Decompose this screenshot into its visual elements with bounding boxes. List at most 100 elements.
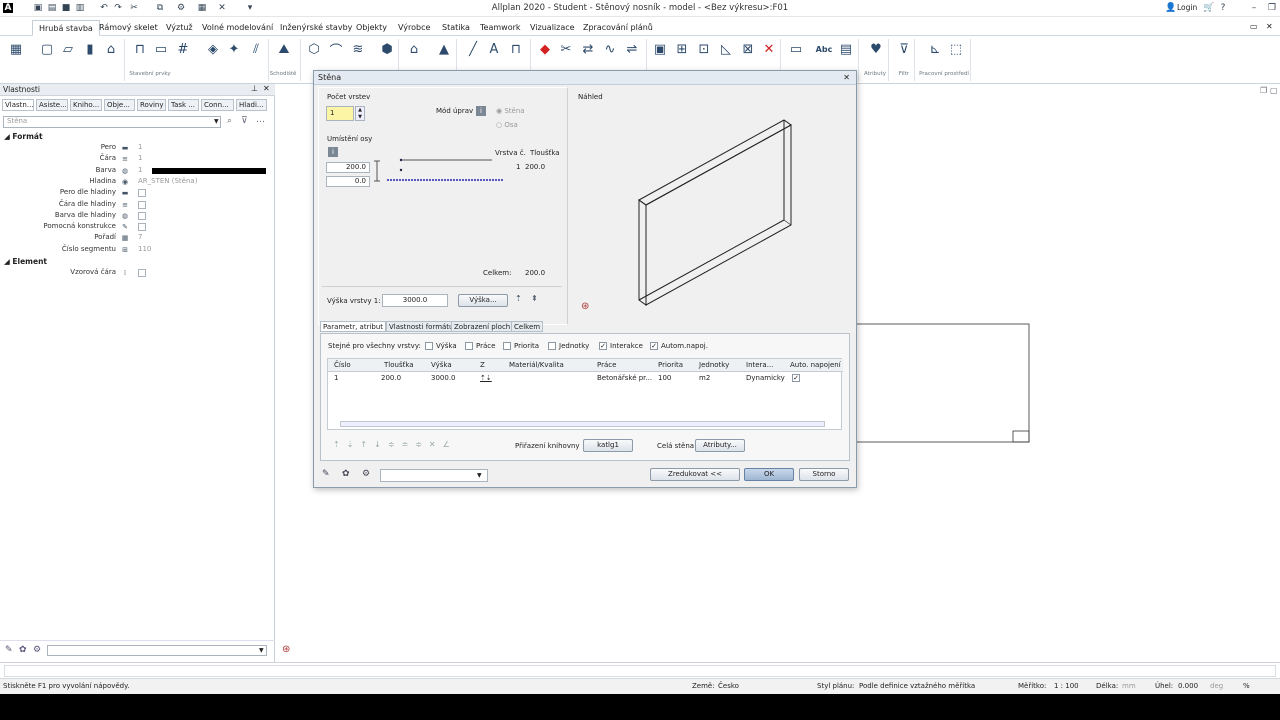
wall-preview[interactable] — [629, 115, 809, 310]
property-checkbox[interactable] — [138, 189, 146, 198]
grid-icon[interactable]: # — [173, 39, 193, 59]
length-unit[interactable]: mm — [1122, 682, 1136, 690]
property-value[interactable]: 7 — [138, 233, 142, 241]
vault-icon[interactable]: ⌒ — [326, 39, 346, 59]
height-up-icon[interactable]: ⇡ — [515, 294, 522, 303]
pin-icon[interactable]: ⊥ — [251, 84, 258, 93]
collapse-icon[interactable]: ◢ — [4, 257, 10, 266]
favorites-combo[interactable] — [47, 645, 267, 656]
table-row[interactable]: 1 200.0 3000.0 Betonářské pr... 100 m2 Dynamic… — [328, 373, 843, 385]
login-link[interactable]: Login — [1177, 3, 1197, 12]
axis-info-icon[interactable]: i — [328, 147, 338, 157]
table-cell[interactable]: Betonářské pr... — [597, 374, 652, 382]
house-icon[interactable]: ⌂ — [404, 39, 424, 59]
panel-tab-3[interactable]: Obje... — [104, 99, 135, 111]
combo-dropdown-icon[interactable]: ▼ — [477, 472, 482, 479]
split-icon[interactable]: ⊠ — [738, 39, 758, 59]
ribbon-tab-2[interactable]: Výztuž — [160, 20, 199, 36]
layer-count-field[interactable]: 1 — [326, 106, 354, 121]
minimize-icon[interactable]: – — [1249, 3, 1259, 13]
restore-icon[interactable]: ❐ — [1267, 3, 1277, 13]
stairs-icon[interactable]: ⛰ — [274, 39, 294, 59]
more-icon[interactable]: … — [256, 115, 265, 125]
swap-icon[interactable]: ⇌ — [622, 39, 642, 59]
property-row-3[interactable]: Hladina ◉ AR_STEN (Stěna) — [0, 177, 275, 188]
panel-tab-6[interactable]: Conn... — [201, 99, 234, 111]
column-header[interactable]: Práce — [597, 361, 616, 369]
property-checkbox[interactable] — [138, 200, 146, 209]
table-cell[interactable]: 100 — [658, 374, 671, 382]
ribbon-tab-7[interactable]: Statika — [436, 20, 476, 36]
dialog-tab-0[interactable]: Parametr, atribut — [320, 321, 387, 332]
panel-tab-7[interactable]: Hladi... — [236, 99, 267, 111]
axis-offset-field-2[interactable]: 0.0 — [326, 176, 370, 187]
ribbon-tab-6[interactable]: Výrobce — [392, 20, 436, 36]
dialog-tab-2[interactable]: Zobrazení ploch — [451, 321, 514, 332]
delete-icon[interactable]: ✕ — [759, 39, 779, 59]
wall-icon[interactable]: ▢ — [37, 39, 57, 59]
ribbon-tab-4[interactable]: Inženýrské stavby — [274, 20, 358, 36]
column-header[interactable]: Výška — [431, 361, 452, 369]
beam-icon[interactable]: ⌂ — [101, 39, 121, 59]
same-checkbox-1[interactable] — [465, 342, 473, 350]
wall-3d-icon[interactable]: ▦ — [6, 39, 26, 59]
layer-tools-icons[interactable]: ⇡⇣↑↓≑≐≑✕∠ — [333, 440, 457, 449]
stair-icon[interactable]: ✦ — [224, 39, 244, 59]
opening-icon[interactable]: ⊓ — [130, 39, 150, 59]
property-value[interactable]: 1 — [138, 143, 142, 151]
same-checkbox-0[interactable] — [425, 342, 433, 350]
same-checkbox-4[interactable]: ✓ — [599, 342, 607, 350]
panel-tab-0[interactable]: Vlastn... — [2, 99, 34, 111]
ribbon-tab-5[interactable]: Objekty — [350, 20, 393, 36]
text-tool-button[interactable]: Abc — [814, 39, 834, 59]
paint-icon[interactable]: ✿ — [342, 469, 350, 479]
table-scrollbar[interactable] — [340, 421, 825, 427]
user-icon[interactable]: 👤 — [1165, 3, 1176, 13]
property-row-0[interactable]: Pero ▬ 1 — [0, 143, 275, 154]
property-row-1[interactable]: Čára ≡ 1 — [0, 154, 275, 165]
mode-option-wall[interactable]: ◉ Stěna — [496, 107, 525, 115]
cancel-button[interactable]: Storno — [799, 468, 849, 481]
mode-option-axis[interactable]: ○ Osa — [496, 121, 518, 129]
attributes-button[interactable]: Atributy... — [695, 439, 745, 452]
panel-tab-5[interactable]: Task ... — [168, 99, 199, 111]
copy-icon[interactable]: ▣ — [650, 39, 670, 59]
column-header[interactable]: Tloušťka — [384, 361, 414, 369]
ok-button[interactable]: OK — [744, 468, 794, 481]
property-value[interactable]: 1 — [138, 154, 142, 162]
text-icon[interactable]: A — [484, 39, 504, 59]
railing-icon[interactable]: ⫽ — [246, 39, 266, 59]
slab-icon[interactable]: ▱ — [58, 39, 78, 59]
z-adjust-icon[interactable]: ⇡⇣ — [480, 374, 492, 382]
property-row-4[interactable]: Pero dle hladiny ▬ — [0, 188, 275, 199]
country-value[interactable]: Česko — [718, 682, 739, 690]
command-input[interactable] — [4, 665, 1276, 677]
dialog-tab-1[interactable]: Vlastnosti formátu — [386, 321, 457, 332]
viewport-restore-icon[interactable]: ❐ — [1260, 86, 1267, 95]
dialog-close-icon[interactable]: ✕ — [843, 71, 850, 85]
ribbon-close-icon[interactable]: ✕ — [1266, 22, 1273, 31]
surface-icon[interactable]: ≋ — [348, 39, 368, 59]
info-icon[interactable]: i — [476, 106, 486, 116]
filter-dropdown-icon[interactable]: ▼ — [214, 118, 219, 125]
axis-offset-field-1[interactable]: 200.0 — [326, 162, 370, 173]
object-icon[interactable]: ⬢ — [377, 39, 397, 59]
same-checkbox-5[interactable]: ✓ — [650, 342, 658, 350]
curve-icon[interactable]: ∿ — [600, 39, 620, 59]
ribbon-tab-0[interactable]: Hrubá stavba — [32, 20, 100, 36]
ribbon-tab-9[interactable]: Vizualizace — [524, 20, 581, 36]
align-icon[interactable]: ⊡ — [694, 39, 714, 59]
katlg-button[interactable]: katlg1 — [583, 439, 633, 452]
auto-connect-checkbox[interactable]: ✓ — [792, 374, 800, 382]
funnel-icon[interactable]: ⊽ — [241, 116, 248, 126]
pipette-icon[interactable]: ✎ — [322, 469, 330, 479]
layer-count-spinner[interactable]: ▲ ▼ — [355, 106, 365, 121]
window-icon[interactable]: ▭ — [151, 39, 171, 59]
workspace-icon[interactable]: ⊾ — [925, 39, 945, 59]
view-icon[interactable]: ⬚ — [946, 39, 966, 59]
property-value[interactable]: 110 — [138, 245, 151, 253]
panel-close-icon[interactable]: ✕ — [263, 84, 270, 93]
property-row-vzorova-cara[interactable]: Vzorová čára ⁞ — [0, 268, 275, 279]
column-header[interactable]: Materiál/Kvalita — [509, 361, 564, 369]
property-value[interactable]: AR_STEN (Stěna) — [138, 177, 197, 185]
